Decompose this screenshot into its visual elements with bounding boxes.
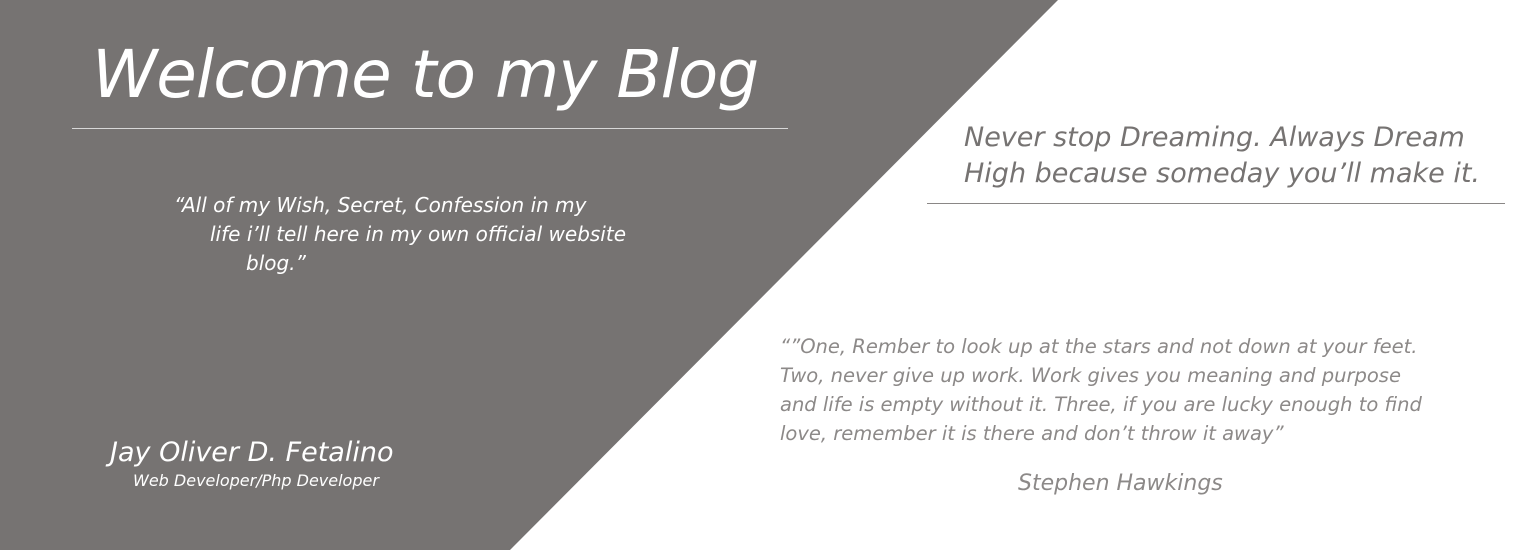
intro-quote-line: blog.” bbox=[246, 251, 306, 275]
author-name: Jay Oliver D. Fetalino bbox=[110, 437, 394, 468]
hawking-quote-line: and life is empty without it. Three, if … bbox=[780, 393, 1422, 416]
intro-quote-line: life i’ll tell here in my own official w… bbox=[210, 222, 627, 246]
hawking-quote-line: “”One, Rember to look up at the stars an… bbox=[780, 335, 1418, 358]
quote-attribution: Stephen Hawkings bbox=[1018, 471, 1223, 496]
motto-line: High because someday you’ll make it. bbox=[964, 158, 1481, 189]
motto-divider bbox=[927, 203, 1505, 204]
intro-quote-line: “All of my Wish, Secret, Confession in m… bbox=[174, 193, 587, 217]
page-title: Welcome to my Blog bbox=[92, 36, 759, 113]
hawking-quote: “”One, Rember to look up at the stars an… bbox=[780, 332, 1422, 448]
motto-quote: Never stop Dreaming. Always Dream High b… bbox=[964, 120, 1480, 192]
author-role: Web Developer/Php Developer bbox=[133, 471, 379, 490]
title-divider bbox=[72, 128, 788, 129]
hawking-quote-line: love, remember it is there and don’t thr… bbox=[780, 422, 1284, 445]
motto-line: Never stop Dreaming. Always Dream bbox=[964, 122, 1465, 153]
hawking-quote-line: Two, never give up work. Work gives you … bbox=[780, 364, 1401, 387]
